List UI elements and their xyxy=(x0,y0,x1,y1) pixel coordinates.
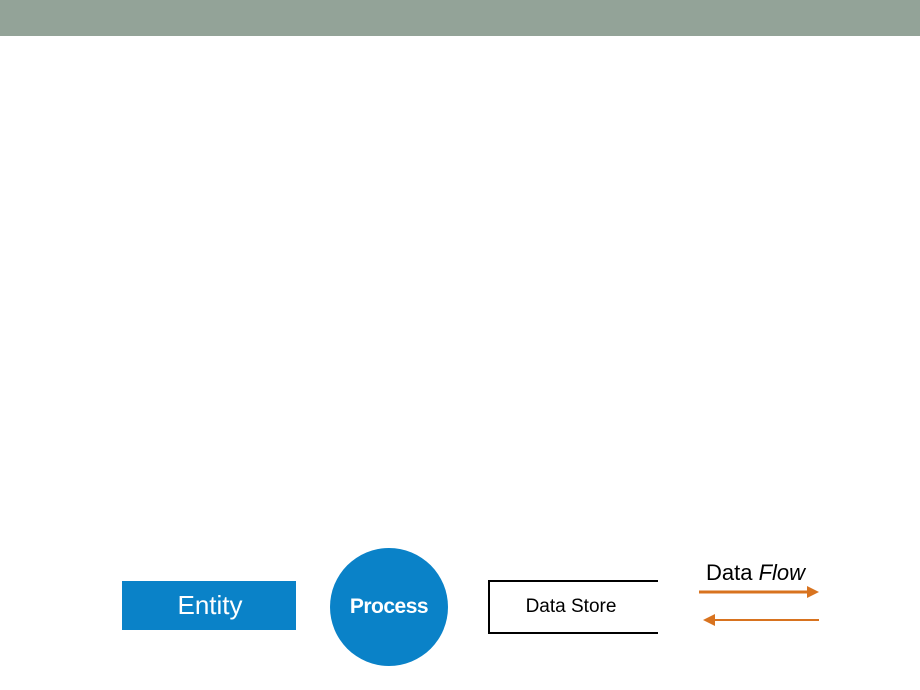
process-label: Process xyxy=(349,595,429,618)
process-shape: Process xyxy=(330,548,448,666)
datastore-shape: Data Store xyxy=(488,580,658,634)
dataflow-arrows xyxy=(699,586,819,626)
entity-shape: Entity xyxy=(122,581,296,630)
arrow-right-icon xyxy=(699,586,819,598)
header-bar xyxy=(0,0,920,36)
entity-label: Entity xyxy=(177,590,243,620)
datastore-label: Data Store xyxy=(525,596,617,617)
arrow-left-icon xyxy=(703,614,819,626)
